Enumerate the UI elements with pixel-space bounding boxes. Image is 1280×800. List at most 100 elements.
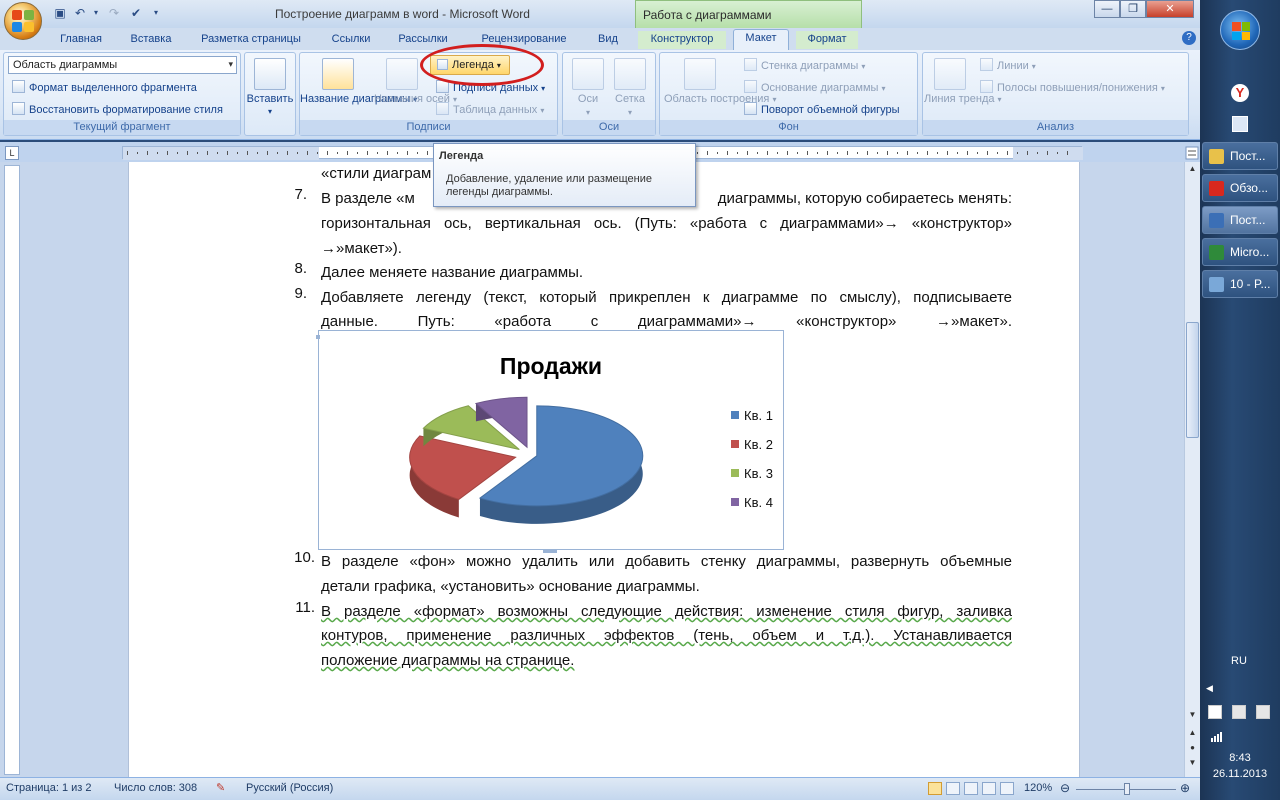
outline-view-icon[interactable] bbox=[982, 782, 996, 795]
tab-design[interactable]: Конструктор bbox=[638, 31, 726, 49]
chevron-down-icon: ▾ bbox=[861, 62, 866, 71]
word-count[interactable]: Число слов: 308 bbox=[114, 782, 197, 794]
taskbar-item[interactable]: 10 - P... bbox=[1202, 270, 1278, 298]
tab-format[interactable]: Формат bbox=[796, 31, 858, 49]
ruler-tick bbox=[217, 152, 218, 154]
office-button[interactable] bbox=[4, 2, 42, 40]
tab-mailings[interactable]: Рассылки bbox=[388, 31, 458, 49]
data-table-button[interactable]: Таблица данных ▾ bbox=[436, 102, 544, 116]
taskbar-item[interactable]: Пост... bbox=[1202, 206, 1278, 234]
pinned-app-icon[interactable] bbox=[1232, 116, 1248, 132]
zoom-level[interactable]: 120% bbox=[1024, 782, 1052, 794]
previous-page-icon[interactable]: ▲ bbox=[1186, 728, 1199, 740]
folder-icon bbox=[1209, 149, 1224, 164]
rotation-3d-icon bbox=[744, 102, 757, 115]
chart-elements-combo[interactable]: Область диаграммы ▾ bbox=[8, 56, 237, 74]
rotation-3d-label: Поворот объемной фигуры bbox=[761, 104, 900, 116]
clock-date[interactable]: 26.11.2013 bbox=[1200, 768, 1280, 780]
insert-shapes-icon[interactable] bbox=[254, 58, 286, 90]
minimize-button[interactable]: — bbox=[1094, 0, 1120, 18]
taskbar-item[interactable]: Обзо... bbox=[1202, 174, 1278, 202]
grid-icon[interactable] bbox=[614, 58, 646, 90]
embedded-chart[interactable]: Продажи Кв. 1 Кв. 2 Кв. 3 Кв. 4 bbox=[318, 330, 784, 550]
redo-icon[interactable]: ↷ bbox=[106, 5, 122, 21]
plot-area-icon[interactable] bbox=[684, 58, 716, 90]
tab-view[interactable]: Вид bbox=[586, 31, 630, 49]
insert-button[interactable]: Вставить ▾ bbox=[246, 93, 294, 117]
undo-dropdown-icon[interactable]: ▾ bbox=[88, 5, 104, 21]
trendline-button[interactable]: Линия тренда ▾ bbox=[924, 93, 1002, 106]
group-label: Оси bbox=[563, 120, 655, 135]
help-icon[interactable]: ? bbox=[1182, 31, 1196, 45]
chart-title-icon[interactable] bbox=[322, 58, 354, 90]
lines-button[interactable]: Линии ▾ bbox=[980, 58, 1036, 72]
save-icon[interactable]: ▣ bbox=[52, 5, 68, 21]
axes-icon[interactable] bbox=[572, 58, 604, 90]
qat-customize-icon[interactable]: ▾ bbox=[148, 5, 164, 21]
updown-bars-button[interactable]: Полосы повышения/понижения ▾ bbox=[980, 80, 1165, 94]
chart-floor-button[interactable]: Основание диаграммы ▾ bbox=[744, 80, 886, 94]
action-center-icon[interactable] bbox=[1208, 705, 1222, 719]
next-page-icon[interactable]: ▼ bbox=[1186, 758, 1199, 770]
axes-button[interactable]: Оси ▾ bbox=[568, 93, 608, 119]
tab-layout[interactable]: Макет bbox=[733, 29, 789, 50]
chevron-down-icon: ▾ bbox=[627, 108, 632, 117]
ruler-tick bbox=[1057, 152, 1058, 154]
grid-button[interactable]: Сетка ▾ bbox=[610, 93, 650, 119]
tab-page-layout[interactable]: Разметка страницы bbox=[188, 31, 314, 49]
zoom-slider-thumb[interactable] bbox=[1124, 783, 1130, 795]
view-ruler-icon[interactable] bbox=[1185, 146, 1199, 160]
ruler-tick bbox=[917, 152, 918, 154]
format-selection-button[interactable]: Формат выделенного фрагмента bbox=[12, 80, 197, 94]
proofing-icon[interactable]: ✎ bbox=[216, 781, 225, 794]
show-hidden-icons[interactable]: ◀ bbox=[1206, 683, 1213, 694]
draft-view-icon[interactable] bbox=[1000, 782, 1014, 795]
power-icon[interactable] bbox=[1256, 705, 1270, 719]
print-layout-view-icon[interactable] bbox=[928, 782, 942, 795]
chart-title-button[interactable]: Название диаграммы ▾ bbox=[300, 93, 417, 106]
tab-insert[interactable]: Вставка bbox=[120, 31, 182, 49]
reset-style-button[interactable]: Восстановить форматирование стиля bbox=[12, 102, 223, 116]
reset-icon bbox=[12, 102, 25, 115]
restore-button[interactable]: ❐ bbox=[1120, 0, 1146, 18]
scroll-down-icon[interactable]: ▼ bbox=[1186, 710, 1199, 722]
chevron-down-icon: ▾ bbox=[540, 106, 545, 115]
full-screen-reading-icon[interactable] bbox=[946, 782, 960, 795]
chart-wall-button[interactable]: Стенка диаграммы ▾ bbox=[744, 58, 865, 72]
scrollbar-thumb[interactable] bbox=[1186, 322, 1199, 438]
web-layout-icon[interactable] bbox=[964, 782, 978, 795]
language-status[interactable]: Русский (Россия) bbox=[246, 782, 333, 794]
page-count[interactable]: Страница: 1 из 2 bbox=[6, 782, 92, 794]
spelling-icon[interactable]: ✔ bbox=[128, 5, 144, 21]
ruler-tick bbox=[747, 151, 748, 155]
tab-references[interactable]: Ссылки bbox=[320, 31, 382, 49]
zoom-in-icon[interactable]: ⊕ bbox=[1180, 781, 1190, 795]
tab-home[interactable]: Главная bbox=[48, 31, 114, 49]
ruler-tick bbox=[847, 151, 848, 155]
scroll-up-icon[interactable]: ▲ bbox=[1186, 164, 1199, 176]
rotation-3d-button[interactable]: Поворот объемной фигуры bbox=[744, 102, 900, 116]
chart-legend[interactable]: Кв. 1 Кв. 2 Кв. 3 Кв. 4 bbox=[731, 408, 773, 510]
taskbar-item[interactable]: Пост... bbox=[1202, 142, 1278, 170]
browse-object-icon[interactable]: ● bbox=[1186, 743, 1199, 755]
vertical-ruler[interactable] bbox=[4, 165, 20, 775]
language-indicator[interactable]: RU bbox=[1200, 655, 1278, 667]
volume-muted-icon[interactable] bbox=[1232, 705, 1246, 719]
tab-selector-icon[interactable]: L bbox=[5, 146, 19, 160]
taskbar-item[interactable]: Micro... bbox=[1202, 238, 1278, 266]
start-button[interactable] bbox=[1220, 10, 1260, 50]
axis-titles-button[interactable]: Названия осей ▾ bbox=[374, 93, 457, 106]
undo-icon[interactable]: ↶ bbox=[72, 5, 88, 21]
yandex-pinned-icon[interactable]: Y bbox=[1231, 84, 1249, 102]
zoom-out-icon[interactable]: ⊖ bbox=[1060, 781, 1070, 795]
close-button[interactable]: ✕ bbox=[1146, 0, 1194, 18]
trendline-icon[interactable] bbox=[934, 58, 966, 90]
resize-handle[interactable] bbox=[316, 335, 320, 339]
plot-area-button[interactable]: Область построения ▾ bbox=[664, 93, 776, 106]
ruler-tick bbox=[1007, 151, 1008, 155]
vertical-scrollbar[interactable]: ▲ ▼ ▲ ● ▼ bbox=[1184, 162, 1200, 777]
network-icon[interactable] bbox=[1210, 730, 1224, 742]
ruler-tick bbox=[1047, 151, 1048, 155]
clock-time[interactable]: 8:43 bbox=[1200, 752, 1280, 764]
axis-titles-icon[interactable] bbox=[386, 58, 418, 90]
